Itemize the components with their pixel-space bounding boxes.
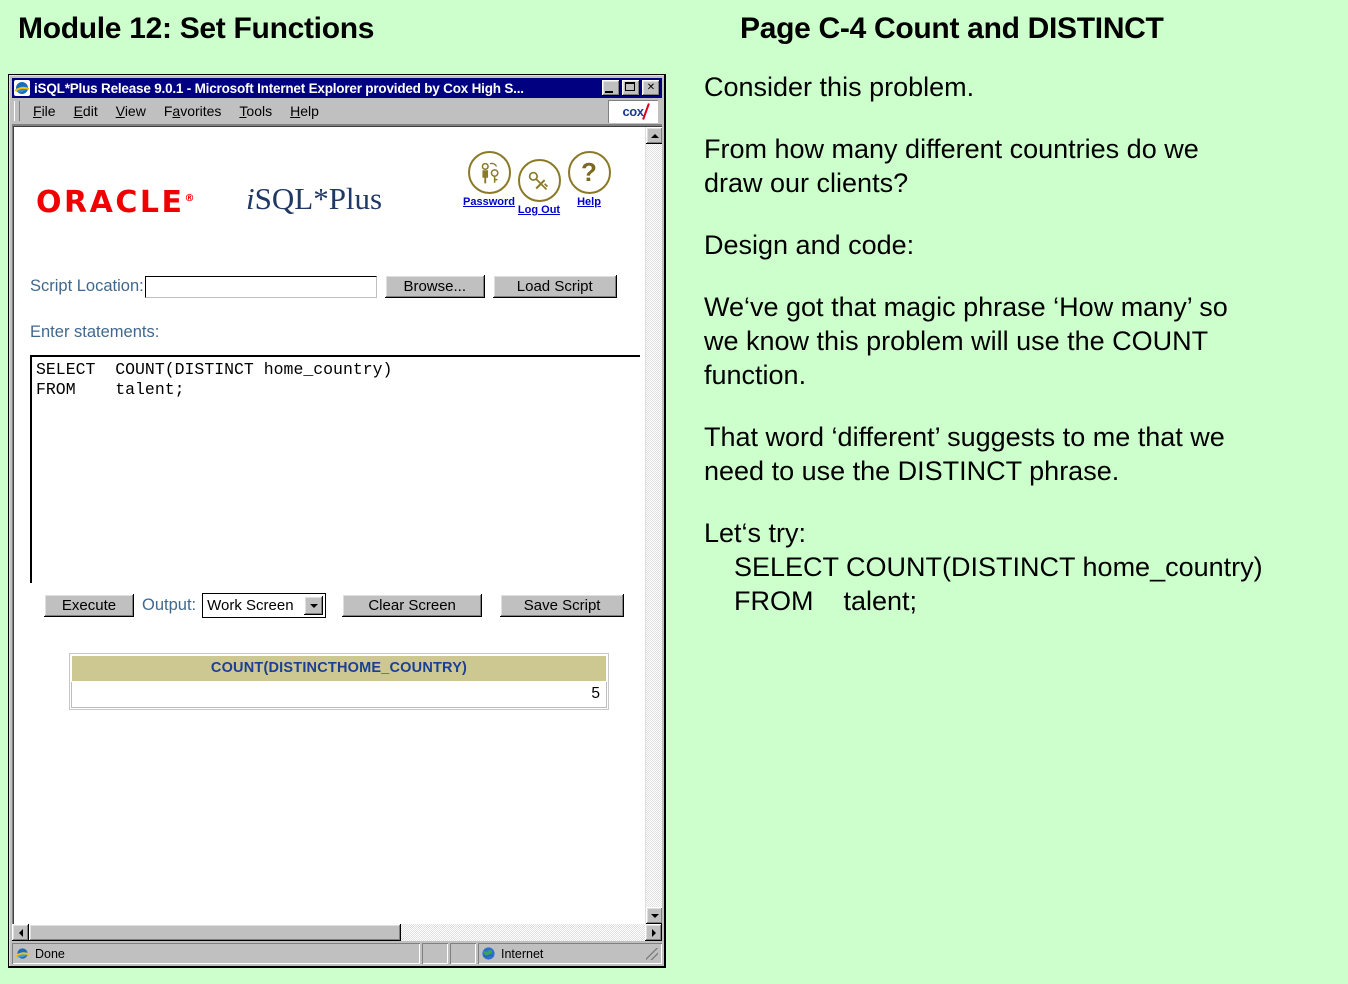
note-code-line: SELECT COUNT(DISTINCT home_country) — [734, 552, 1263, 583]
internet-explorer-icon — [15, 946, 30, 961]
close-button[interactable]: ✕ — [642, 80, 660, 96]
isqlplus-rest: SQL*Plus — [254, 181, 383, 216]
internet-explorer-icon — [14, 80, 30, 96]
browser-statusbar: Done Internet — [12, 943, 662, 964]
note-code-line: FROM talent; — [734, 586, 918, 617]
note-block-magic-phrase: We‘ve got that magic phrase ‘How many’ s… — [704, 290, 1344, 392]
close-icon: ✕ — [646, 82, 656, 93]
note-line: Design and code: — [704, 230, 915, 261]
note-line: need to use the DISTINCT phrase. — [704, 456, 1120, 487]
window-resize-grip[interactable] — [646, 948, 658, 960]
isqlplus-wordmark: iSQL*Plus — [246, 181, 382, 217]
person-key-icon — [467, 151, 511, 194]
menu-file[interactable]: File — [24, 101, 65, 121]
status-message: Done — [35, 946, 65, 961]
oracle-header: ORACLE® iSQL*Plus Password Log Out ? Hel… — [14, 127, 644, 247]
script-location-label: Script Location: — [30, 277, 144, 295]
scroll-right-button[interactable] — [645, 924, 662, 941]
note-line: We‘ve got that magic phrase ‘How many’ s… — [704, 292, 1228, 323]
isqlplus-page: ORACLE® iSQL*Plus Password Log Out ? Hel… — [14, 127, 644, 924]
script-location-input[interactable] — [144, 275, 377, 298]
note-block-lets-try: Let‘s try: SELECT COUNT(DISTINCT home_co… — [704, 516, 1344, 618]
maximize-button[interactable] — [622, 80, 640, 96]
help-link[interactable]: ? Help — [564, 151, 614, 208]
scroll-up-button[interactable] — [646, 127, 662, 144]
status-zone-label: Internet — [501, 946, 544, 961]
password-link[interactable]: Password — [463, 151, 515, 208]
note-block-distinct: That word ‘different’ suggests to me tha… — [704, 420, 1344, 488]
script-location-row: Script Location: Browse... Load Script — [30, 275, 617, 298]
browser-titlebar: iSQL*Plus Release 9.0.1 - Microsoft Inte… — [12, 78, 662, 98]
key-x-icon — [517, 159, 561, 202]
cox-logo: cox — [608, 99, 658, 123]
results-table: COUNT(DISTINCTHOME_COUNTRY) 5 — [69, 653, 609, 710]
browser-title: iSQL*Plus Release 9.0.1 - Microsoft Inte… — [34, 80, 524, 96]
note-line: Let‘s try: — [704, 518, 807, 549]
horizontal-scroll-thumb[interactable] — [29, 924, 401, 941]
isqlplus-i: i — [246, 181, 255, 216]
output-select[interactable]: Work Screen — [202, 593, 327, 618]
password-link-label: Password — [463, 196, 515, 208]
note-block-design: Design and code: — [704, 228, 1344, 262]
action-row: Execute Output: Work Screen Clear Screen… — [44, 593, 625, 618]
header-icon-links: Password Log Out ? Help — [463, 151, 614, 216]
results-column-header: COUNT(DISTINCTHOME_COUNTRY) — [71, 655, 607, 682]
note-line: we know this problem will use the COUNT — [704, 326, 1209, 357]
window-controls: ✕ — [602, 80, 660, 96]
status-gap-2 — [450, 943, 476, 964]
minimize-button[interactable] — [602, 80, 620, 96]
status-zone-panel: Internet — [478, 943, 662, 964]
execute-button[interactable]: Execute — [44, 594, 134, 617]
oracle-logo: ORACLE® — [36, 185, 194, 220]
logout-link-label: Log Out — [517, 204, 561, 216]
note-line: From how many different countries do we — [704, 134, 1199, 165]
sql-statement-textarea[interactable]: SELECT COUNT(DISTINCT home_country) FROM… — [30, 355, 640, 583]
note-block-question: From how many different countries do we … — [704, 132, 1344, 200]
output-label: Output: — [142, 596, 197, 614]
logout-link[interactable]: Log Out — [514, 159, 564, 216]
scroll-left-button[interactable] — [12, 924, 29, 941]
vertical-scroll-track[interactable] — [646, 144, 662, 924]
menu-edit[interactable]: Edit — [65, 101, 107, 121]
globe-icon — [481, 946, 496, 961]
question-mark-icon: ? — [567, 151, 611, 194]
results-cell-value: 5 — [71, 682, 607, 708]
browse-button[interactable]: Browse... — [384, 275, 485, 298]
note-line: That word ‘different’ suggests to me tha… — [704, 422, 1225, 453]
chevron-down-icon — [304, 596, 324, 615]
output-select-value: Work Screen — [207, 597, 294, 614]
browser-content: ORACLE® iSQL*Plus Password Log Out ? Hel… — [12, 125, 662, 924]
menu-favorites[interactable]: Favorites — [155, 101, 231, 121]
slide-title-left: Module 12: Set Functions — [18, 12, 375, 45]
cox-logo-text: cox — [622, 103, 644, 119]
horizontal-scroll-track[interactable] — [29, 924, 645, 941]
browser-window: iSQL*Plus Release 9.0.1 - Microsoft Inte… — [8, 74, 666, 968]
load-script-button[interactable]: Load Script — [492, 275, 617, 298]
menu-view[interactable]: View — [107, 101, 155, 121]
enter-statements-label: Enter statements: — [30, 323, 160, 341]
help-link-label: Help — [577, 196, 601, 208]
note-line: draw our clients? — [704, 168, 909, 199]
horizontal-scrollbar[interactable] — [12, 924, 662, 943]
menu-tools[interactable]: Tools — [230, 101, 281, 121]
note-block-consider: Consider this problem. — [704, 70, 1344, 104]
oracle-logo-text: ORACLE — [36, 185, 185, 220]
oracle-logo-tm: ® — [184, 193, 195, 204]
menubar-grip[interactable] — [14, 101, 20, 121]
save-script-button[interactable]: Save Script — [500, 594, 625, 617]
browser-menubar: File Edit View Favorites Tools Help cox — [12, 98, 662, 125]
status-message-panel: Done — [12, 943, 420, 964]
slide-title-right: Page C-4 Count and DISTINCT — [740, 12, 1164, 45]
note-line: Consider this problem. — [704, 72, 975, 102]
status-gap-1 — [422, 943, 448, 964]
scroll-down-button[interactable] — [646, 907, 662, 924]
note-line: function. — [704, 360, 807, 391]
notes-panel: Consider this problem. From how many dif… — [704, 70, 1344, 618]
clear-screen-button[interactable]: Clear Screen — [342, 594, 483, 617]
vertical-scrollbar[interactable] — [645, 127, 662, 924]
menu-help[interactable]: Help — [281, 101, 328, 121]
